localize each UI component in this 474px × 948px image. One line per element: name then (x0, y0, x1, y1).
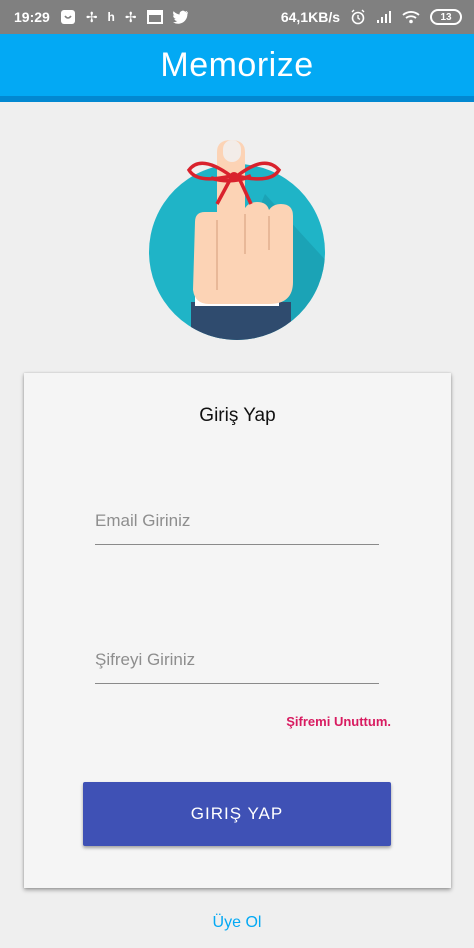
fan-icon: ✢ (124, 8, 137, 25)
battery-level: 13 (440, 11, 452, 23)
password-field[interactable]: Şifreyi Giriniz (95, 648, 379, 684)
email-field[interactable]: Email Giriniz (95, 509, 379, 545)
notification-icon (60, 9, 76, 25)
twitter-icon (172, 10, 189, 24)
cell-signal-icon (376, 10, 392, 24)
login-button[interactable]: GIRIŞ YAP (83, 782, 391, 846)
network-speed: 64,1KB/s (280, 9, 340, 25)
alarm-icon (350, 9, 366, 25)
email-placeholder: Email Giriniz (95, 511, 191, 530)
fan-icon: ✢ (85, 8, 98, 25)
calendar-icon (146, 10, 163, 24)
password-placeholder: Şifreyi Giriniz (95, 650, 196, 669)
app-bar-shadow-strip (0, 96, 474, 102)
status-time: 19:29 (14, 9, 50, 25)
battery-icon: 13 (430, 9, 462, 25)
login-card: Giriş Yap Email Giriniz Şifreyi Giriniz … (24, 373, 451, 888)
wifi-icon (402, 10, 420, 24)
status-bar: 19:29 ✢ h ✢ 64,1KB/s 13 (0, 0, 474, 34)
app-title: Memorize (160, 45, 314, 84)
h-signal-icon: h (107, 10, 115, 24)
app-bar: Memorize (0, 34, 474, 96)
login-card-title: Giriş Yap (199, 405, 276, 426)
register-link[interactable]: Üye Ol (0, 914, 474, 932)
memorize-logo-icon (149, 140, 325, 340)
forgot-password-link[interactable]: Şifremi Unuttum. (286, 714, 391, 729)
